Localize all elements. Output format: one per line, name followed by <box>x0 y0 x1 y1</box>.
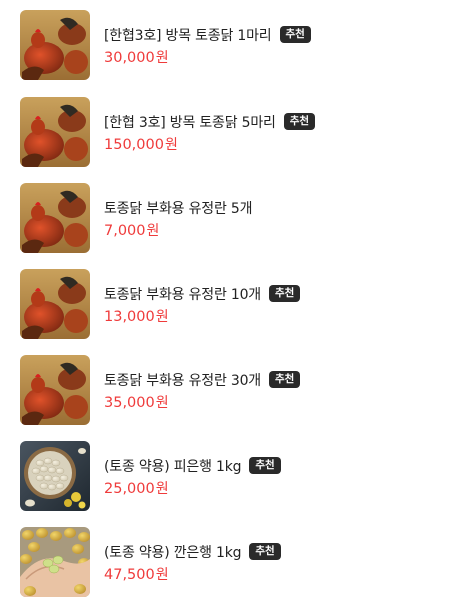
product-item[interactable]: (토종 약용) 피은행 1kg 추천 25,000 원 <box>20 441 440 511</box>
price-row: 35,000 원 <box>104 392 300 412</box>
product-info: [한협3호] 방목 토종닭 1마리 추천 30,000 원 <box>104 24 311 67</box>
product-info: [한협 3호] 방목 토종닭 5마리 추천 150,000 원 <box>104 111 316 154</box>
product-price: 13,000 <box>104 308 155 325</box>
currency-unit: 원 <box>146 222 160 239</box>
currency-unit: 원 <box>155 49 169 66</box>
price-row: 25,000 원 <box>104 478 281 498</box>
chicken-flock-photo <box>20 10 90 80</box>
price-row: 30,000 원 <box>104 47 311 67</box>
product-price: 35,000 <box>104 394 155 411</box>
product-price: 150,000 <box>104 136 164 153</box>
product-name[interactable]: 토종닭 부화용 유정란 10개 <box>104 284 261 304</box>
product-info: (토종 약용) 깐은행 1kg 추천 47,500 원 <box>104 541 281 584</box>
price-row: 47,500 원 <box>104 564 281 584</box>
product-price: 30,000 <box>104 49 155 66</box>
product-info: 토종닭 부화용 유정란 10개 추천 13,000 원 <box>104 283 301 326</box>
name-row: [한협3호] 방목 토종닭 1마리 추천 <box>104 24 311 46</box>
product-price: 7,000 <box>104 222 146 239</box>
peeled-ginkgo-hand-photo <box>20 527 90 597</box>
product-item[interactable]: 토종닭 부화용 유정란 30개 추천 35,000 원 <box>20 355 440 425</box>
product-thumbnail[interactable] <box>20 183 90 253</box>
product-info: (토종 약용) 피은행 1kg 추천 25,000 원 <box>104 455 281 498</box>
price-row: 7,000 원 <box>104 220 252 240</box>
product-list: [한협3호] 방목 토종닭 1마리 추천 30,000 원 [한협 3호] 방목… <box>0 0 457 613</box>
name-row: (토종 약용) 깐은행 1kg 추천 <box>104 541 281 563</box>
product-item[interactable]: 토종닭 부화용 유정란 5개 7,000 원 <box>20 183 440 253</box>
recommend-badge: 추천 <box>249 543 281 560</box>
chicken-flock-photo <box>20 355 90 425</box>
ginkgo-nuts-bowl-photo <box>20 441 90 511</box>
product-thumbnail[interactable] <box>20 269 90 339</box>
currency-unit: 원 <box>155 480 169 497</box>
name-row: [한협 3호] 방목 토종닭 5마리 추천 <box>104 111 316 133</box>
name-row: (토종 약용) 피은행 1kg 추천 <box>104 455 281 477</box>
product-item[interactable]: [한협 3호] 방목 토종닭 5마리 추천 150,000 원 <box>20 97 440 167</box>
product-thumbnail[interactable] <box>20 355 90 425</box>
name-row: 토종닭 부화용 유정란 10개 추천 <box>104 283 301 305</box>
product-name[interactable]: (토종 약용) 피은행 1kg <box>104 456 242 476</box>
name-row: 토종닭 부화용 유정란 5개 <box>104 197 252 219</box>
currency-unit: 원 <box>155 308 169 325</box>
product-thumbnail[interactable] <box>20 97 90 167</box>
recommend-badge: 추천 <box>268 285 301 302</box>
price-row: 150,000 원 <box>104 134 315 154</box>
product-name[interactable]: 토종닭 부화용 유정란 5개 <box>104 198 252 218</box>
product-price: 25,000 <box>104 480 155 497</box>
chicken-flock-photo <box>20 269 90 339</box>
recommend-badge: 추천 <box>268 371 301 388</box>
chicken-flock-photo <box>20 97 90 167</box>
name-row: 토종닭 부화용 유정란 30개 추천 <box>104 369 301 391</box>
product-name[interactable]: [한협3호] 방목 토종닭 1마리 <box>104 25 272 45</box>
price-row: 13,000 원 <box>104 306 300 326</box>
product-item[interactable]: (토종 약용) 깐은행 1kg 추천 47,500 원 <box>20 527 440 597</box>
recommend-badge: 추천 <box>283 113 316 130</box>
product-name[interactable]: 토종닭 부화용 유정란 30개 <box>104 370 261 390</box>
chicken-flock-photo <box>20 183 90 253</box>
recommend-badge: 추천 <box>249 457 281 474</box>
product-name[interactable]: (토종 약용) 깐은행 1kg <box>104 542 242 562</box>
product-thumbnail[interactable] <box>20 441 90 511</box>
currency-unit: 원 <box>155 394 169 411</box>
recommend-badge: 추천 <box>279 26 311 43</box>
product-thumbnail[interactable] <box>20 10 90 80</box>
currency-unit: 원 <box>164 136 178 153</box>
product-info: 토종닭 부화용 유정란 5개 7,000 원 <box>104 197 252 240</box>
product-item[interactable]: 토종닭 부화용 유정란 10개 추천 13,000 원 <box>20 269 440 339</box>
product-price: 47,500 <box>104 566 155 583</box>
product-thumbnail[interactable] <box>20 527 90 597</box>
product-item[interactable]: [한협3호] 방목 토종닭 1마리 추천 30,000 원 <box>20 10 440 80</box>
currency-unit: 원 <box>155 566 169 583</box>
product-name[interactable]: [한협 3호] 방목 토종닭 5마리 <box>104 112 276 132</box>
product-info: 토종닭 부화용 유정란 30개 추천 35,000 원 <box>104 369 301 412</box>
